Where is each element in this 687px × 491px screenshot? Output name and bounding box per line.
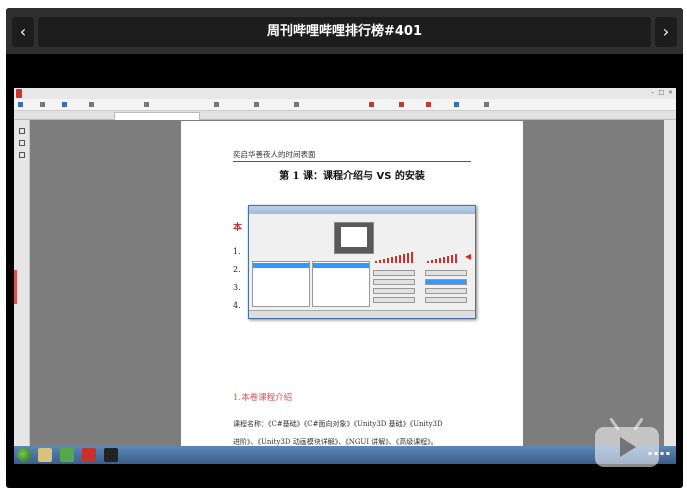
outline-icon[interactable]: [19, 140, 25, 146]
audio-meter: [425, 251, 465, 263]
dialog-button[interactable]: [425, 297, 467, 303]
left-sidebar: [14, 120, 30, 446]
dialog-titlebar: [249, 206, 475, 214]
toolbar-button[interactable]: [214, 102, 220, 108]
toolbar-button[interactable]: [62, 102, 68, 108]
side-indicator: [14, 270, 17, 304]
video-frame[interactable]: – □ × 奕启华善夜人的时间表面 第 1 课：课程介绍与 VS 的安装 本 1…: [14, 88, 676, 464]
toolbar-button[interactable]: [484, 102, 490, 108]
bilibili-tv-watermark-icon: [595, 417, 659, 467]
right-scrollbar[interactable]: [664, 120, 676, 446]
preview-thumbnail: [334, 222, 374, 254]
list-number: 1.: [233, 247, 241, 256]
dialog-button[interactable]: [373, 288, 415, 294]
source-list[interactable]: [252, 261, 310, 307]
dialog-status-bar: [249, 310, 475, 318]
section-heading: 1.本卷课程介绍: [233, 393, 293, 403]
app-titlebar: – □ ×: [14, 88, 676, 99]
toolbar-button[interactable]: [254, 102, 260, 108]
chevron-left-icon[interactable]: ‹: [12, 17, 34, 47]
audio-meter: [373, 251, 419, 263]
bookmark-icon[interactable]: [19, 128, 25, 134]
dialog-button[interactable]: [425, 279, 467, 285]
folder-icon[interactable]: [38, 448, 52, 462]
tab-home[interactable]: [44, 112, 50, 120]
app-icon[interactable]: [82, 448, 96, 462]
dialog-menu: [249, 214, 475, 220]
list-number: 4.: [233, 301, 241, 310]
taskbar: ▪ ▪ ▪ ▪: [14, 446, 676, 464]
toolbar-button[interactable]: [144, 102, 150, 108]
document-tabs: [14, 111, 676, 120]
chevron-right-icon[interactable]: ›: [655, 17, 677, 47]
dialog-button[interactable]: [373, 297, 415, 303]
recorder-icon[interactable]: [104, 448, 118, 462]
speaker-icon[interactable]: ◀: [465, 252, 471, 261]
minimize-icon[interactable]: –: [651, 89, 654, 96]
app-logo: [16, 89, 22, 98]
close-icon[interactable]: ×: [668, 89, 673, 96]
body-text: 课程名称：《C#基础》《C#面向对象》《Unity3D 基础》《Unity3D: [233, 420, 443, 428]
app-toolbar: [14, 99, 676, 111]
list-item[interactable]: [313, 263, 369, 268]
list-number: 3.: [233, 283, 241, 292]
page-header: 奕启华善夜人的时间表面: [233, 149, 471, 162]
maximize-icon[interactable]: □: [658, 89, 664, 96]
list-number: 2.: [233, 265, 241, 274]
start-button-icon[interactable]: [17, 448, 31, 462]
dialog-button[interactable]: [425, 288, 467, 294]
recorder-dialog[interactable]: ◀: [248, 205, 476, 319]
toolbar-button[interactable]: [454, 102, 460, 108]
dialog-button[interactable]: [373, 270, 415, 276]
toolbar-button[interactable]: [40, 102, 46, 108]
dialog-button[interactable]: [425, 270, 467, 276]
toolbar-button[interactable]: [426, 102, 432, 108]
toolbar-button[interactable]: [18, 102, 24, 108]
toolbar-button[interactable]: [89, 102, 95, 108]
list-item[interactable]: [253, 263, 309, 268]
scene-list[interactable]: [312, 261, 370, 307]
dialog-button[interactable]: [373, 279, 415, 285]
red-heading-fragment: 本: [233, 223, 243, 233]
toolbar-button[interactable]: [294, 102, 300, 108]
page-title: 第 1 课：课程介绍与 VS 的安装: [279, 171, 425, 182]
player-title-bar: ‹ 周刊哔哩哔哩排行榜#401 ›: [6, 8, 683, 54]
toolbar-button[interactable]: [399, 102, 405, 108]
browser-icon[interactable]: [60, 448, 74, 462]
toolbar-button[interactable]: [369, 102, 375, 108]
thumbnail-icon[interactable]: [19, 152, 25, 158]
tab-document[interactable]: [114, 112, 200, 120]
video-player: ‹ 周刊哔哩哔哩排行榜#401 › – □ × 奕启华善夜人的时间表面 第 1 …: [6, 8, 683, 488]
video-title: 周刊哔哩哔哩排行榜#401: [38, 17, 651, 47]
